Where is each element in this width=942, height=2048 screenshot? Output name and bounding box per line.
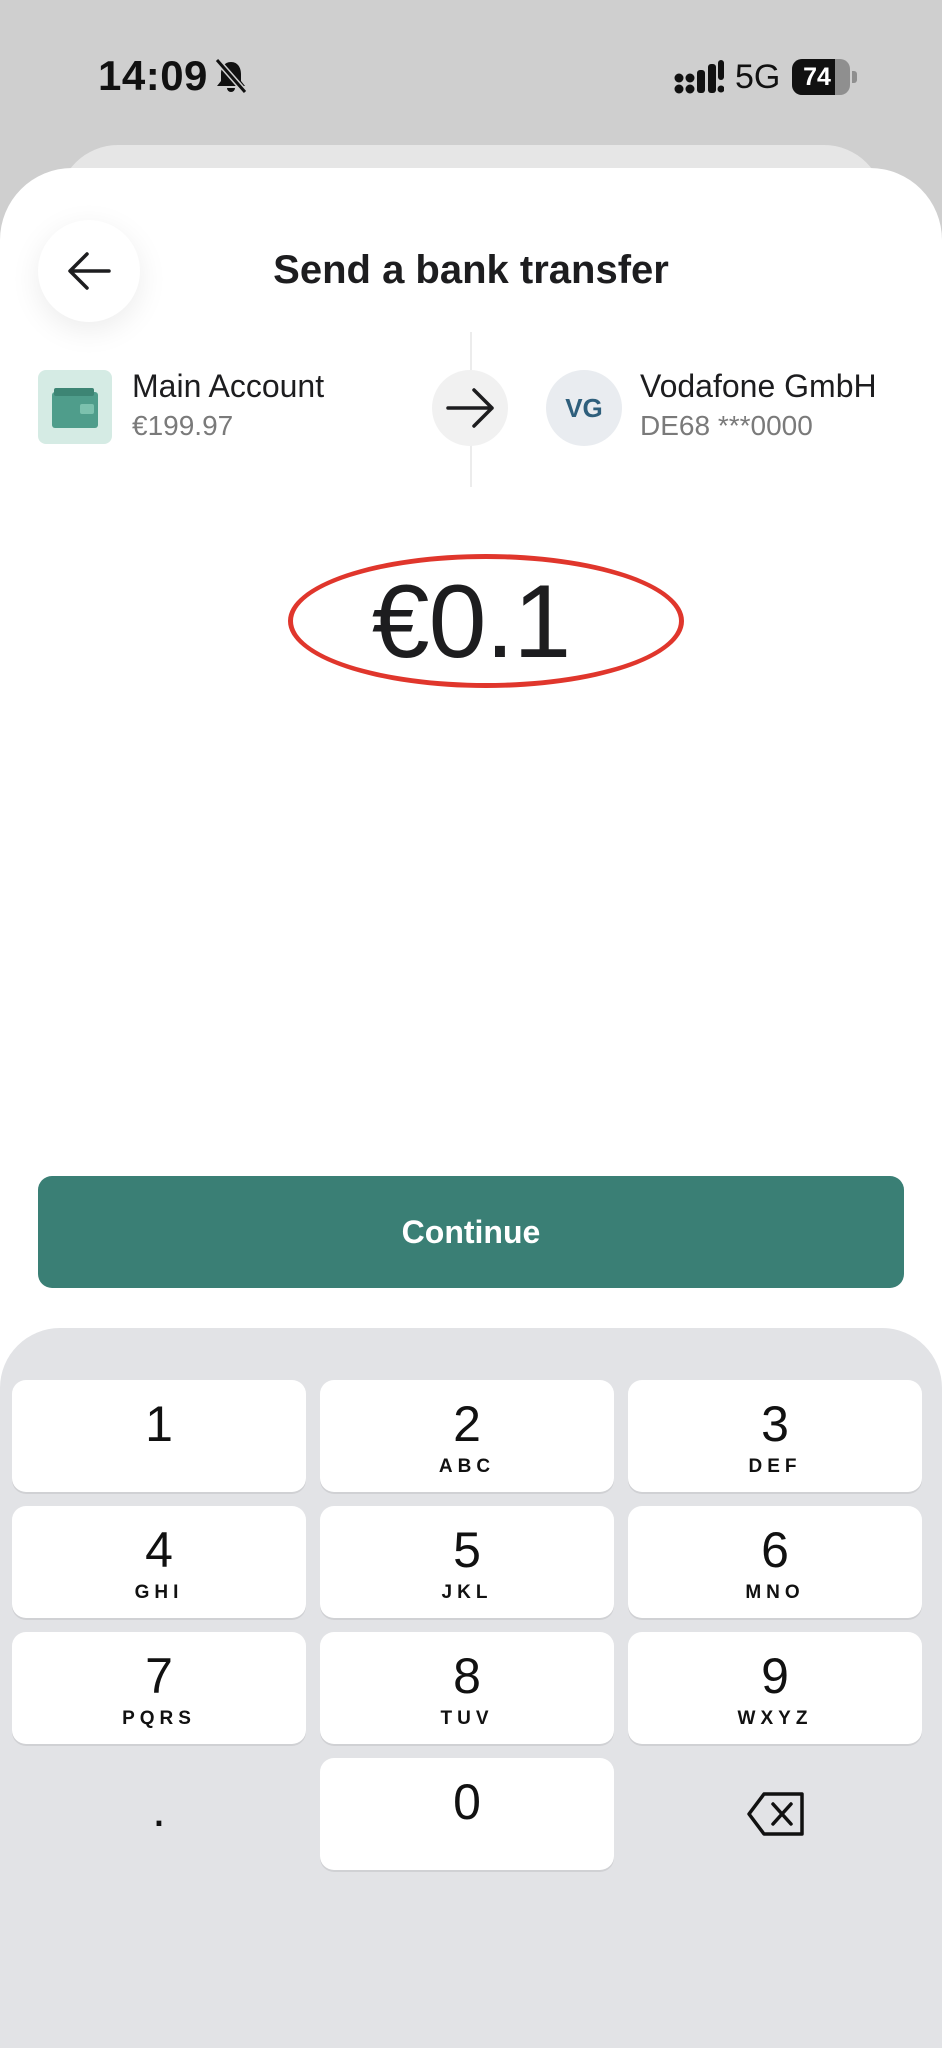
key-digit: 0	[453, 1774, 481, 1830]
key-5[interactable]: 5 JKL	[320, 1506, 614, 1618]
key-digit: 6	[761, 1522, 789, 1578]
backspace-key[interactable]	[628, 1758, 922, 1870]
key-letters: PQRS	[122, 1708, 196, 1729]
key-digit: .	[152, 1781, 166, 1837]
status-bar: 14:09 5G 74	[0, 0, 942, 150]
key-7[interactable]: 7 PQRS	[12, 1632, 306, 1744]
key-letters: GHI	[134, 1582, 184, 1603]
key-digit: 7	[145, 1648, 173, 1704]
key-digit: 3	[761, 1396, 789, 1452]
wallet-icon	[38, 370, 112, 444]
recipient-name: Vodafone GmbH	[640, 368, 877, 404]
key-digit: 9	[761, 1648, 789, 1704]
numeric-keypad: 1 2 ABC 3 DEF 4 GHI 5 JKL 6 MNO 7 PQRS 8…	[0, 1328, 942, 2048]
from-account-name: Main Account	[132, 368, 325, 404]
key-decimal[interactable]: .	[12, 1758, 306, 1870]
network-label: 5G	[735, 58, 781, 96]
page-title: Send a bank transfer	[273, 248, 669, 292]
key-8[interactable]: 8 TUV	[320, 1632, 614, 1744]
battery-percent: 74	[803, 63, 831, 91]
key-letters: JKL	[441, 1582, 493, 1603]
recipient-iban: DE68 ***0000	[640, 410, 813, 441]
key-digit: 8	[453, 1648, 481, 1704]
backspace-icon	[747, 1792, 804, 1836]
key-3[interactable]: 3 DEF	[628, 1380, 922, 1492]
key-letters: TUV	[440, 1708, 494, 1729]
battery-icon: 74	[792, 59, 858, 95]
key-digit: 1	[145, 1396, 173, 1452]
key-2[interactable]: 2 ABC	[320, 1380, 614, 1492]
key-0[interactable]: 0	[320, 1758, 614, 1870]
to-account[interactable]: VG Vodafone GmbH DE68 ***0000	[546, 366, 936, 446]
key-letters: ABC	[438, 1456, 496, 1477]
avatar: VG	[546, 370, 622, 446]
key-digit: 5	[453, 1522, 481, 1578]
transfer-sheet: Send a bank transfer Main Account €199.9…	[0, 168, 942, 2048]
direction-indicator	[432, 370, 508, 446]
signal-icon	[674, 60, 725, 94]
key-6[interactable]: 6 MNO	[628, 1506, 922, 1618]
key-4[interactable]: 4 GHI	[12, 1506, 306, 1618]
from-account[interactable]: Main Account €199.97	[38, 366, 418, 446]
from-account-balance: €199.97	[132, 410, 234, 441]
continue-button[interactable]: Continue	[38, 1176, 904, 1288]
transfer-summary: Main Account €199.97 VG Vodafone GmbH DE…	[0, 332, 942, 492]
bell-slash-icon	[214, 58, 248, 94]
arrow-right-icon	[446, 388, 494, 428]
key-letters: WXYZ	[737, 1708, 813, 1729]
key-9[interactable]: 9 WXYZ	[628, 1632, 922, 1744]
key-digit: 2	[453, 1396, 481, 1452]
key-letters: MNO	[745, 1582, 805, 1603]
key-letters: DEF	[748, 1456, 802, 1477]
key-1[interactable]: 1	[12, 1380, 306, 1492]
status-time: 14:09	[98, 52, 208, 99]
key-digit: 4	[145, 1522, 173, 1578]
amount-display[interactable]: €0.1	[0, 560, 942, 684]
